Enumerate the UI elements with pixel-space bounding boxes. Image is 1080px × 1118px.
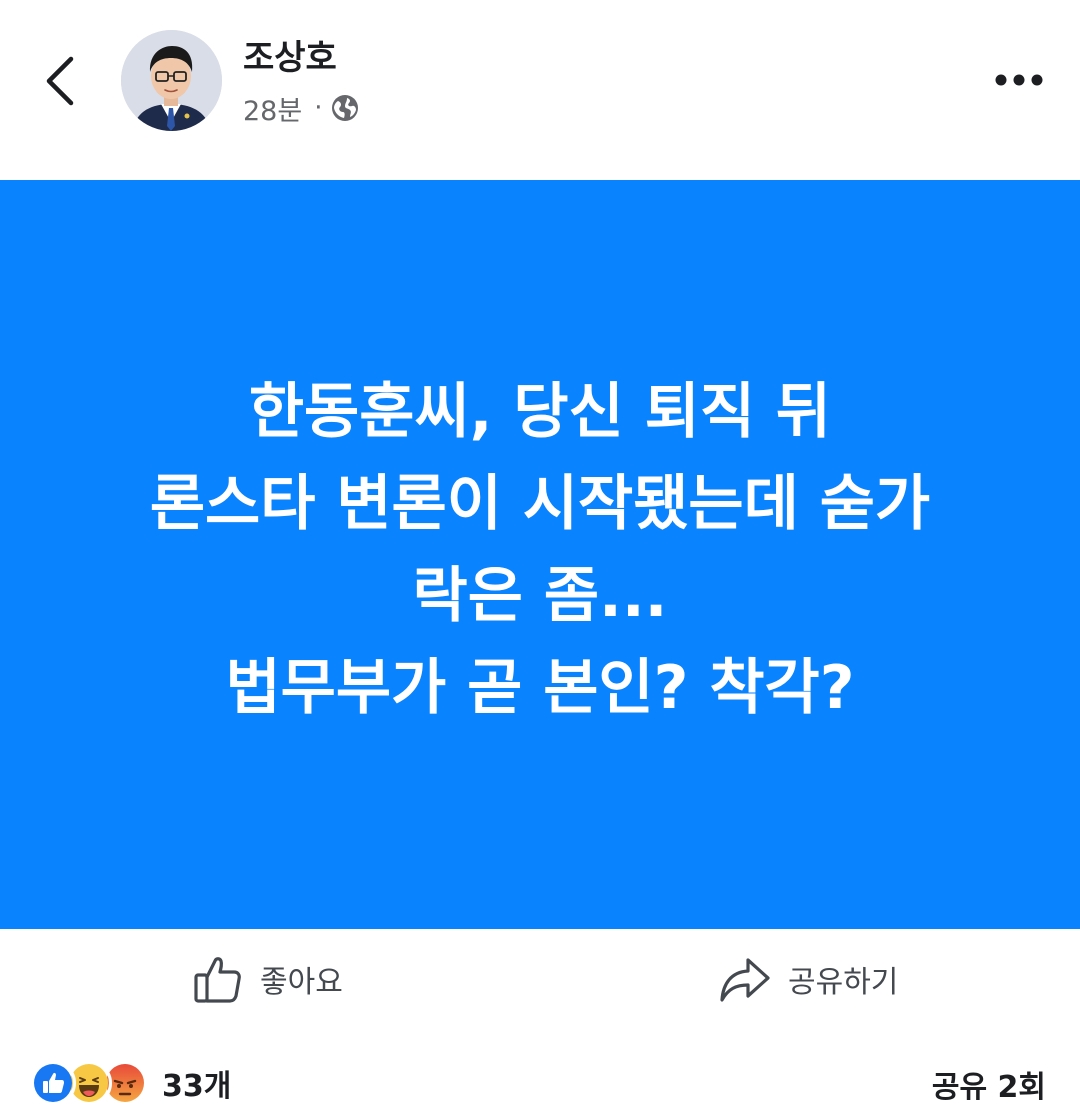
like-button[interactable]: 좋아요 xyxy=(192,949,343,1009)
post-meta: 28분 · xyxy=(243,88,360,128)
share-label: 공유하기 xyxy=(788,965,899,1000)
reactions-summary[interactable]: 33개 xyxy=(30,1060,231,1106)
like-label: 좋아요 xyxy=(260,965,343,1000)
post-time[interactable]: 28분 xyxy=(243,89,302,128)
like-reaction-icon xyxy=(30,1060,76,1106)
post-text-line: 론스타 변론이 시작됐는데 숟가 xyxy=(149,468,931,539)
share-arrow-icon xyxy=(720,958,770,1002)
post-header: 조상호 28분 · xyxy=(0,0,1080,180)
more-options-button[interactable] xyxy=(992,58,1046,102)
post-text: 한동훈씨, 당신 퇴직 뒤 론스타 변론이 시작됐는데 숟가 락은 좀... 법… xyxy=(150,366,930,734)
share-button[interactable]: 공유하기 xyxy=(718,949,898,1009)
reaction-count: 33개 xyxy=(162,1069,232,1104)
share-count[interactable]: 공유 2회 xyxy=(932,1062,1046,1106)
post-content-banner[interactable]: 한동훈씨, 당신 퇴직 뒤 론스타 변론이 시작됐는데 숟가 락은 좀... 법… xyxy=(0,180,1080,929)
post-text-line: 한동훈씨, 당신 퇴직 뒤 xyxy=(248,376,832,447)
chevron-left-icon xyxy=(46,56,74,106)
back-button[interactable] xyxy=(36,50,84,112)
post-action-bar: 좋아요 공유하기 xyxy=(0,929,1080,1029)
thumbs-up-icon xyxy=(194,957,241,1003)
author-avatar[interactable] xyxy=(121,30,222,131)
author-name[interactable]: 조상호 xyxy=(243,36,337,80)
globe-icon xyxy=(332,95,359,121)
facebook-post-page: 조상호 28분 · 한동훈씨, 당신 퇴직 뒤 론스타 변론이 시작됐는데 숟가… xyxy=(0,0,1080,1118)
more-horizontal-icon xyxy=(995,74,1043,86)
meta-separator: · xyxy=(314,93,323,123)
post-text-line: 법무부가 곧 본인? 착각? xyxy=(225,652,855,723)
post-text-line: 락은 좀... xyxy=(412,560,668,631)
post-summary-bar: 33개 공유 2회 xyxy=(0,1050,1080,1110)
